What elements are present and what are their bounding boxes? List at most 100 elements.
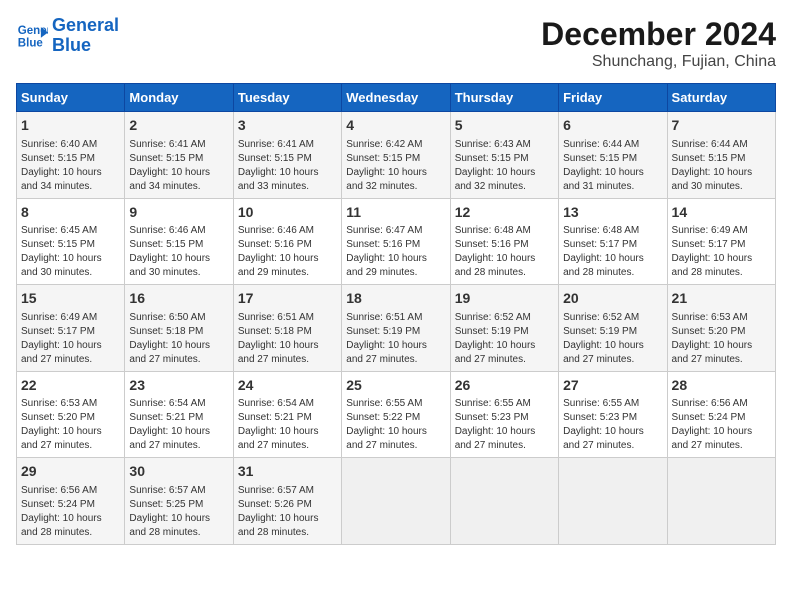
day-cell: [667, 458, 775, 545]
day-info: Sunrise: 6:41 AM Sunset: 5:15 PM Dayligh…: [238, 138, 337, 194]
day-number: 22: [21, 376, 120, 396]
day-cell: [450, 458, 558, 545]
day-cell: 24Sunrise: 6:54 AM Sunset: 5:21 PM Dayli…: [233, 371, 341, 458]
day-info: Sunrise: 6:42 AM Sunset: 5:15 PM Dayligh…: [346, 138, 445, 194]
location: Shunchang, Fujian, China: [541, 53, 776, 71]
week-row-1: 1Sunrise: 6:40 AM Sunset: 5:15 PM Daylig…: [17, 112, 776, 199]
col-header-friday: Friday: [559, 84, 667, 112]
day-info: Sunrise: 6:55 AM Sunset: 5:22 PM Dayligh…: [346, 397, 445, 453]
day-number: 4: [346, 116, 445, 136]
day-info: Sunrise: 6:47 AM Sunset: 5:16 PM Dayligh…: [346, 224, 445, 280]
day-number: 12: [455, 203, 554, 223]
day-cell: 18Sunrise: 6:51 AM Sunset: 5:19 PM Dayli…: [342, 285, 450, 372]
logo-text-block: General Blue: [52, 16, 119, 56]
day-info: Sunrise: 6:54 AM Sunset: 5:21 PM Dayligh…: [129, 397, 228, 453]
day-cell: 16Sunrise: 6:50 AM Sunset: 5:18 PM Dayli…: [125, 285, 233, 372]
day-cell: 31Sunrise: 6:57 AM Sunset: 5:26 PM Dayli…: [233, 458, 341, 545]
day-number: 7: [672, 116, 771, 136]
day-cell: 19Sunrise: 6:52 AM Sunset: 5:19 PM Dayli…: [450, 285, 558, 372]
day-number: 27: [563, 376, 662, 396]
day-number: 1: [21, 116, 120, 136]
day-cell: 15Sunrise: 6:49 AM Sunset: 5:17 PM Dayli…: [17, 285, 125, 372]
day-number: 26: [455, 376, 554, 396]
day-cell: 23Sunrise: 6:54 AM Sunset: 5:21 PM Dayli…: [125, 371, 233, 458]
day-cell: 7Sunrise: 6:44 AM Sunset: 5:15 PM Daylig…: [667, 112, 775, 199]
col-header-sunday: Sunday: [17, 84, 125, 112]
logo: General Blue General Blue: [16, 16, 119, 56]
day-number: 10: [238, 203, 337, 223]
col-header-saturday: Saturday: [667, 84, 775, 112]
col-header-monday: Monday: [125, 84, 233, 112]
day-number: 6: [563, 116, 662, 136]
day-cell: 29Sunrise: 6:56 AM Sunset: 5:24 PM Dayli…: [17, 458, 125, 545]
day-cell: 21Sunrise: 6:53 AM Sunset: 5:20 PM Dayli…: [667, 285, 775, 372]
day-info: Sunrise: 6:48 AM Sunset: 5:17 PM Dayligh…: [563, 224, 662, 280]
day-cell: 3Sunrise: 6:41 AM Sunset: 5:15 PM Daylig…: [233, 112, 341, 199]
day-info: Sunrise: 6:56 AM Sunset: 5:24 PM Dayligh…: [21, 484, 120, 540]
day-number: 3: [238, 116, 337, 136]
day-cell: 8Sunrise: 6:45 AM Sunset: 5:15 PM Daylig…: [17, 198, 125, 285]
day-info: Sunrise: 6:52 AM Sunset: 5:19 PM Dayligh…: [455, 311, 554, 367]
header-row: SundayMondayTuesdayWednesdayThursdayFrid…: [17, 84, 776, 112]
day-cell: 6Sunrise: 6:44 AM Sunset: 5:15 PM Daylig…: [559, 112, 667, 199]
day-cell: 14Sunrise: 6:49 AM Sunset: 5:17 PM Dayli…: [667, 198, 775, 285]
day-cell: 11Sunrise: 6:47 AM Sunset: 5:16 PM Dayli…: [342, 198, 450, 285]
day-number: 13: [563, 203, 662, 223]
day-info: Sunrise: 6:44 AM Sunset: 5:15 PM Dayligh…: [563, 138, 662, 194]
calendar-table: SundayMondayTuesdayWednesdayThursdayFrid…: [16, 83, 776, 545]
week-row-3: 15Sunrise: 6:49 AM Sunset: 5:17 PM Dayli…: [17, 285, 776, 372]
day-info: Sunrise: 6:49 AM Sunset: 5:17 PM Dayligh…: [672, 224, 771, 280]
day-info: Sunrise: 6:55 AM Sunset: 5:23 PM Dayligh…: [455, 397, 554, 453]
day-cell: 4Sunrise: 6:42 AM Sunset: 5:15 PM Daylig…: [342, 112, 450, 199]
day-cell: 28Sunrise: 6:56 AM Sunset: 5:24 PM Dayli…: [667, 371, 775, 458]
day-number: 18: [346, 289, 445, 309]
day-number: 25: [346, 376, 445, 396]
week-row-4: 22Sunrise: 6:53 AM Sunset: 5:20 PM Dayli…: [17, 371, 776, 458]
day-info: Sunrise: 6:56 AM Sunset: 5:24 PM Dayligh…: [672, 397, 771, 453]
day-number: 21: [672, 289, 771, 309]
day-cell: 25Sunrise: 6:55 AM Sunset: 5:22 PM Dayli…: [342, 371, 450, 458]
day-number: 24: [238, 376, 337, 396]
day-info: Sunrise: 6:57 AM Sunset: 5:26 PM Dayligh…: [238, 484, 337, 540]
day-number: 17: [238, 289, 337, 309]
day-cell: 9Sunrise: 6:46 AM Sunset: 5:15 PM Daylig…: [125, 198, 233, 285]
day-number: 28: [672, 376, 771, 396]
day-info: Sunrise: 6:49 AM Sunset: 5:17 PM Dayligh…: [21, 311, 120, 367]
col-header-thursday: Thursday: [450, 84, 558, 112]
day-info: Sunrise: 6:51 AM Sunset: 5:19 PM Dayligh…: [346, 311, 445, 367]
day-number: 29: [21, 462, 120, 482]
day-cell: 13Sunrise: 6:48 AM Sunset: 5:17 PM Dayli…: [559, 198, 667, 285]
week-row-5: 29Sunrise: 6:56 AM Sunset: 5:24 PM Dayli…: [17, 458, 776, 545]
day-cell: 20Sunrise: 6:52 AM Sunset: 5:19 PM Dayli…: [559, 285, 667, 372]
day-cell: 1Sunrise: 6:40 AM Sunset: 5:15 PM Daylig…: [17, 112, 125, 199]
day-info: Sunrise: 6:52 AM Sunset: 5:19 PM Dayligh…: [563, 311, 662, 367]
day-number: 11: [346, 203, 445, 223]
day-cell: [342, 458, 450, 545]
day-info: Sunrise: 6:55 AM Sunset: 5:23 PM Dayligh…: [563, 397, 662, 453]
day-number: 30: [129, 462, 228, 482]
day-cell: 12Sunrise: 6:48 AM Sunset: 5:16 PM Dayli…: [450, 198, 558, 285]
day-info: Sunrise: 6:43 AM Sunset: 5:15 PM Dayligh…: [455, 138, 554, 194]
col-header-wednesday: Wednesday: [342, 84, 450, 112]
page-header: General Blue General Blue December 2024 …: [16, 16, 776, 71]
day-info: Sunrise: 6:53 AM Sunset: 5:20 PM Dayligh…: [672, 311, 771, 367]
month-year: December 2024: [541, 16, 776, 53]
day-cell: [559, 458, 667, 545]
day-info: Sunrise: 6:46 AM Sunset: 5:15 PM Dayligh…: [129, 224, 228, 280]
day-info: Sunrise: 6:41 AM Sunset: 5:15 PM Dayligh…: [129, 138, 228, 194]
day-cell: 22Sunrise: 6:53 AM Sunset: 5:20 PM Dayli…: [17, 371, 125, 458]
week-row-2: 8Sunrise: 6:45 AM Sunset: 5:15 PM Daylig…: [17, 198, 776, 285]
day-number: 19: [455, 289, 554, 309]
day-number: 31: [238, 462, 337, 482]
day-info: Sunrise: 6:45 AM Sunset: 5:15 PM Dayligh…: [21, 224, 120, 280]
day-info: Sunrise: 6:40 AM Sunset: 5:15 PM Dayligh…: [21, 138, 120, 194]
title-block: December 2024 Shunchang, Fujian, China: [541, 16, 776, 71]
day-info: Sunrise: 6:50 AM Sunset: 5:18 PM Dayligh…: [129, 311, 228, 367]
day-info: Sunrise: 6:44 AM Sunset: 5:15 PM Dayligh…: [672, 138, 771, 194]
day-cell: 10Sunrise: 6:46 AM Sunset: 5:16 PM Dayli…: [233, 198, 341, 285]
day-cell: 26Sunrise: 6:55 AM Sunset: 5:23 PM Dayli…: [450, 371, 558, 458]
day-info: Sunrise: 6:46 AM Sunset: 5:16 PM Dayligh…: [238, 224, 337, 280]
day-info: Sunrise: 6:57 AM Sunset: 5:25 PM Dayligh…: [129, 484, 228, 540]
day-number: 9: [129, 203, 228, 223]
day-cell: 17Sunrise: 6:51 AM Sunset: 5:18 PM Dayli…: [233, 285, 341, 372]
